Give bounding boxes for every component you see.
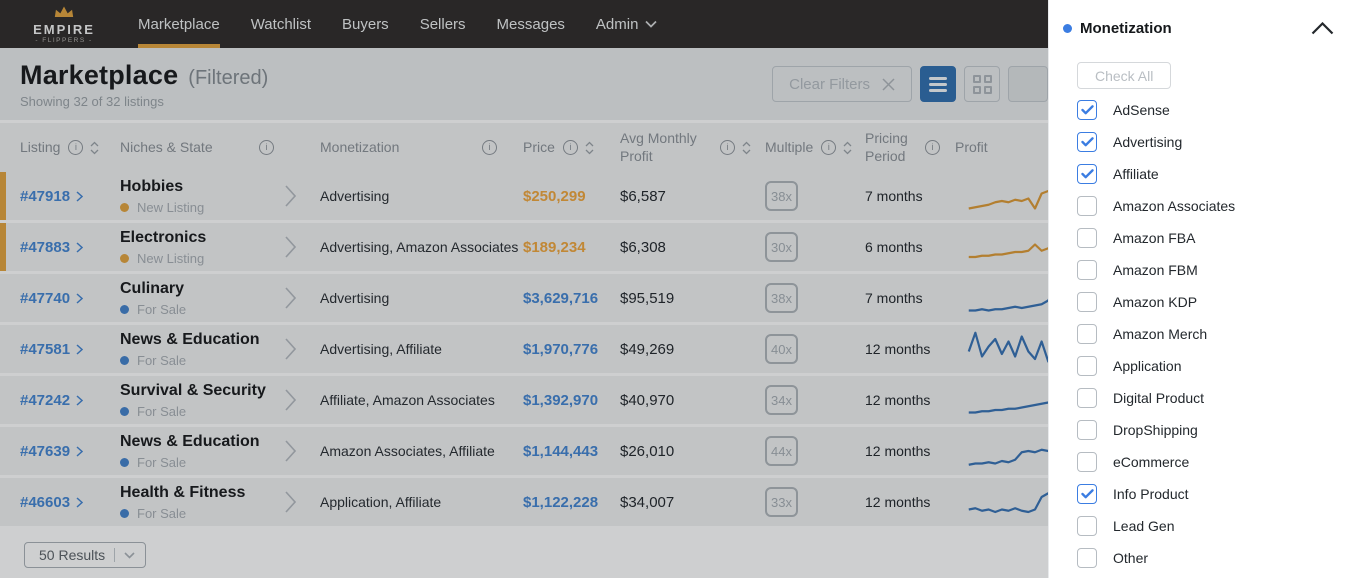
filter-option-affiliate[interactable]: Affiliate: [1077, 158, 1364, 190]
filter-option-label: Amazon KDP: [1113, 294, 1198, 310]
filter-option-other[interactable]: Other: [1077, 542, 1364, 574]
checkbox-checked[interactable]: [1077, 132, 1097, 152]
filter-option-label: Other: [1113, 550, 1149, 566]
chevron-up-icon: [1311, 22, 1334, 35]
filter-option-label: Digital Product: [1113, 390, 1205, 406]
filter-option-label: Affiliate: [1113, 166, 1159, 182]
checkbox-unchecked[interactable]: [1077, 292, 1097, 312]
filter-option-label: Amazon FBA: [1113, 230, 1196, 246]
checkbox-unchecked[interactable]: [1077, 324, 1097, 344]
checkbox-checked[interactable]: [1077, 164, 1097, 184]
checkmark-icon: [1080, 169, 1094, 179]
filter-option-label: Application: [1113, 358, 1182, 374]
filter-option-info-product[interactable]: Info Product: [1077, 478, 1364, 510]
filter-option-amazon-merch[interactable]: Amazon Merch: [1077, 318, 1364, 350]
checkbox-checked[interactable]: [1077, 100, 1097, 120]
filter-option-label: Lead Gen: [1113, 518, 1175, 534]
filter-option-label: Advertising: [1113, 134, 1183, 150]
filter-option-amazon-fba[interactable]: Amazon FBA: [1077, 222, 1364, 254]
filter-option-label: DropShipping: [1113, 422, 1198, 438]
checkbox-unchecked[interactable]: [1077, 228, 1097, 248]
section-dot-icon: [1063, 24, 1072, 33]
filter-option-adsense[interactable]: AdSense: [1077, 94, 1364, 126]
checkbox-checked[interactable]: [1077, 484, 1097, 504]
monetization-filter-panel: Monetization Check All AdSense Advertisin…: [1048, 0, 1364, 578]
collapse-section-button[interactable]: [1311, 22, 1334, 35]
filter-panel-title: Monetization: [1080, 20, 1172, 37]
checkbox-unchecked[interactable]: [1077, 356, 1097, 376]
filter-option-amazon-kdp[interactable]: Amazon KDP: [1077, 286, 1364, 318]
filter-option-label: Amazon Merch: [1113, 326, 1208, 342]
check-all-button[interactable]: Check All: [1077, 62, 1172, 89]
filter-option-label: Amazon Associates: [1113, 198, 1236, 214]
checkmark-icon: [1080, 489, 1094, 499]
checkbox-unchecked[interactable]: [1077, 196, 1097, 216]
filter-option-application[interactable]: Application: [1077, 350, 1364, 382]
checkbox-unchecked[interactable]: [1077, 420, 1097, 440]
filter-option-label: AdSense: [1113, 102, 1170, 118]
filter-panel-header: Monetization: [1049, 0, 1364, 37]
checkbox-unchecked[interactable]: [1077, 516, 1097, 536]
checkmark-icon: [1080, 105, 1094, 115]
checkbox-unchecked[interactable]: [1077, 548, 1097, 568]
filter-option-label: eCommerce: [1113, 454, 1190, 470]
filter-option-advertising[interactable]: Advertising: [1077, 126, 1364, 158]
filter-option-lead-gen[interactable]: Lead Gen: [1077, 510, 1364, 542]
filter-option-digital-product[interactable]: Digital Product: [1077, 382, 1364, 414]
checkbox-unchecked[interactable]: [1077, 388, 1097, 408]
filter-option-amazon-associates[interactable]: Amazon Associates: [1077, 190, 1364, 222]
filter-option-label: Amazon FBM: [1113, 262, 1198, 278]
checkbox-unchecked[interactable]: [1077, 452, 1097, 472]
filter-options-list: AdSense Advertising Affiliate Amazon Associ…: [1049, 94, 1364, 574]
filter-option-amazon-fbm[interactable]: Amazon FBM: [1077, 254, 1364, 286]
checkbox-unchecked[interactable]: [1077, 260, 1097, 280]
filter-option-label: Info Product: [1113, 486, 1189, 502]
filter-option-ecommerce[interactable]: eCommerce: [1077, 446, 1364, 478]
app-root: EMPIRE - FLIPPERS - Marketplace Watchlist…: [0, 0, 1364, 578]
checkmark-icon: [1080, 137, 1094, 147]
filter-option-dropshipping[interactable]: DropShipping: [1077, 414, 1364, 446]
